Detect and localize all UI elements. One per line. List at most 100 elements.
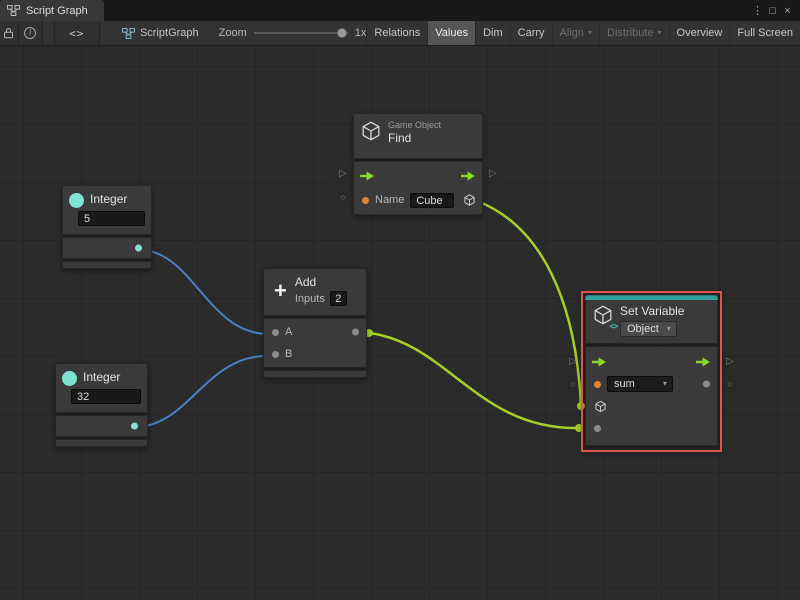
toolbar-buttons: Relations Values Dim Carry Align ▾ Distri… — [366, 21, 800, 45]
game-object-output-port[interactable] — [463, 194, 476, 207]
edit-source-button[interactable]: <> — [53, 21, 100, 45]
dim-button[interactable]: Dim — [475, 21, 510, 45]
external-name-port[interactable]: ○ — [567, 378, 579, 390]
button-label: Carry — [517, 27, 545, 39]
node-port-body — [55, 415, 148, 437]
script-graph-icon — [121, 27, 135, 39]
flow-out-port[interactable] — [696, 357, 711, 368]
wire-add-to-setvariable-value[interactable] — [368, 331, 580, 430]
node-integer-32[interactable]: Integer 32 — [55, 363, 148, 447]
node-title: Add — [294, 275, 317, 289]
maximize-icon[interactable]: □ — [765, 5, 780, 17]
distribute-button[interactable]: Distribute ▾ — [599, 21, 668, 45]
menu-icon[interactable]: ⋮ — [750, 4, 765, 17]
tab-script-graph[interactable]: Script Graph — [0, 0, 104, 21]
add-icon: + — [274, 278, 287, 303]
variable-name-port[interactable] — [594, 380, 601, 388]
button-label: Overview — [676, 27, 723, 39]
node-integer-5[interactable]: Integer 5 — [62, 185, 152, 269]
name-input-port[interactable] — [362, 196, 369, 204]
external-flow-in-port[interactable]: ▷ — [567, 356, 579, 368]
variable-scope-dropdown[interactable]: Object ▾ — [620, 321, 677, 337]
external-flow-out-port[interactable]: ▷ — [487, 168, 499, 180]
info-icon: i — [24, 27, 37, 39]
zoom-label: Zoom — [218, 27, 247, 39]
variable-name-dropdown[interactable]: sum ▾ — [607, 376, 673, 392]
node-game-object-find[interactable]: Game Object Find Name Cube ▷ ○ ▷ — [339, 113, 497, 217]
external-flow-in-port[interactable]: ▷ — [337, 168, 349, 180]
name-value-input[interactable]: Cube — [410, 192, 455, 208]
graph-icon — [7, 5, 20, 16]
inspect-button[interactable]: i — [18, 21, 43, 45]
zoom-slider[interactable] — [253, 28, 348, 38]
value-input-port[interactable] — [594, 424, 601, 432]
node-header: <> Set Variable Object ▾ — [585, 300, 718, 344]
flow-in-port[interactable] — [360, 171, 375, 182]
node-title: Integer — [83, 370, 121, 384]
lock-button[interactable] — [0, 21, 19, 45]
node-header: Game Object Find — [353, 113, 483, 159]
button-label: Values — [435, 27, 469, 39]
graph-canvas[interactable]: Integer 5 Integer 32 + Add Inputs 2 A B … — [0, 46, 800, 600]
graph-toolbar: i <> ScriptGraph Zoom 1x Relations Value… — [0, 21, 800, 46]
input-port-a[interactable] — [272, 328, 279, 336]
code-icon: <> — [69, 26, 85, 40]
flow-in-port[interactable] — [592, 357, 607, 368]
overview-button[interactable]: Overview — [668, 21, 730, 45]
integer-value-input[interactable]: 32 — [71, 389, 141, 404]
integer-output-port[interactable] — [135, 244, 142, 252]
game-object-cube-icon — [362, 121, 380, 141]
node-footer — [55, 439, 148, 447]
flow-out-port[interactable] — [461, 171, 476, 182]
value-output-port[interactable] — [703, 380, 710, 388]
value-input-row — [586, 417, 717, 439]
code-badge-icon: <> — [609, 322, 618, 331]
integer-output-port[interactable] — [131, 422, 138, 430]
node-footer — [62, 261, 152, 269]
tab-bar: Script Graph ⋮ □ × — [0, 0, 800, 21]
align-button[interactable]: Align ▾ — [551, 21, 599, 45]
scope-value: Object — [627, 323, 659, 335]
node-set-variable[interactable]: <> Set Variable Object ▾ sum ▾ ▷ ○ ▷ ○ — [569, 291, 734, 452]
zoom-slider-knob[interactable] — [336, 28, 347, 38]
node-header: Integer 32 — [55, 363, 148, 413]
graph-breadcrumb[interactable]: ScriptGraph — [121, 21, 199, 45]
carry-button[interactable]: Carry — [509, 21, 552, 45]
output-port-sum[interactable] — [352, 328, 359, 336]
node-port-body — [62, 237, 152, 259]
target-object-port[interactable] — [594, 400, 607, 413]
node-port-body: sum ▾ — [585, 346, 718, 446]
node-add[interactable]: + Add Inputs 2 A B — [263, 268, 367, 378]
node-title: Integer — [90, 192, 128, 206]
external-name-port[interactable]: ○ — [337, 191, 349, 203]
wire-integer5-to-add-a[interactable] — [139, 249, 269, 335]
button-label: Full Screen — [737, 27, 793, 39]
fullscreen-button[interactable]: Full Screen — [729, 21, 800, 45]
node-footer — [263, 370, 367, 378]
set-variable-icon: <> — [592, 304, 618, 331]
chevron-down-icon: ▾ — [662, 379, 667, 388]
graph-name-label: ScriptGraph — [139, 27, 199, 39]
wire-find-to-setvariable-target[interactable] — [476, 199, 583, 407]
variable-name-row: sum ▾ — [586, 373, 717, 395]
variable-name-value: sum — [614, 378, 635, 390]
integer-literal-icon — [69, 193, 84, 208]
port-row-a: A — [264, 321, 366, 343]
node-port-body: Name Cube — [353, 161, 483, 215]
integer-value-input[interactable]: 5 — [78, 211, 145, 226]
window-controls: ⋮ □ × — [750, 0, 800, 21]
inputs-count-input[interactable]: 2 — [329, 291, 347, 306]
close-icon[interactable]: × — [780, 5, 795, 17]
external-flow-out-port[interactable]: ▷ — [724, 356, 736, 368]
name-label: Name — [375, 194, 405, 206]
external-value-out-port[interactable]: ○ — [724, 378, 736, 390]
flow-port-row — [586, 351, 717, 373]
flow-port-row — [354, 164, 482, 188]
input-port-b[interactable] — [272, 350, 279, 358]
button-label: Dim — [483, 27, 503, 39]
port-label: A — [285, 326, 293, 338]
values-button[interactable]: Values — [427, 21, 476, 45]
relations-button[interactable]: Relations — [366, 21, 427, 45]
button-label: Relations — [374, 27, 421, 39]
wire-integer32-to-add-b[interactable] — [134, 355, 267, 428]
